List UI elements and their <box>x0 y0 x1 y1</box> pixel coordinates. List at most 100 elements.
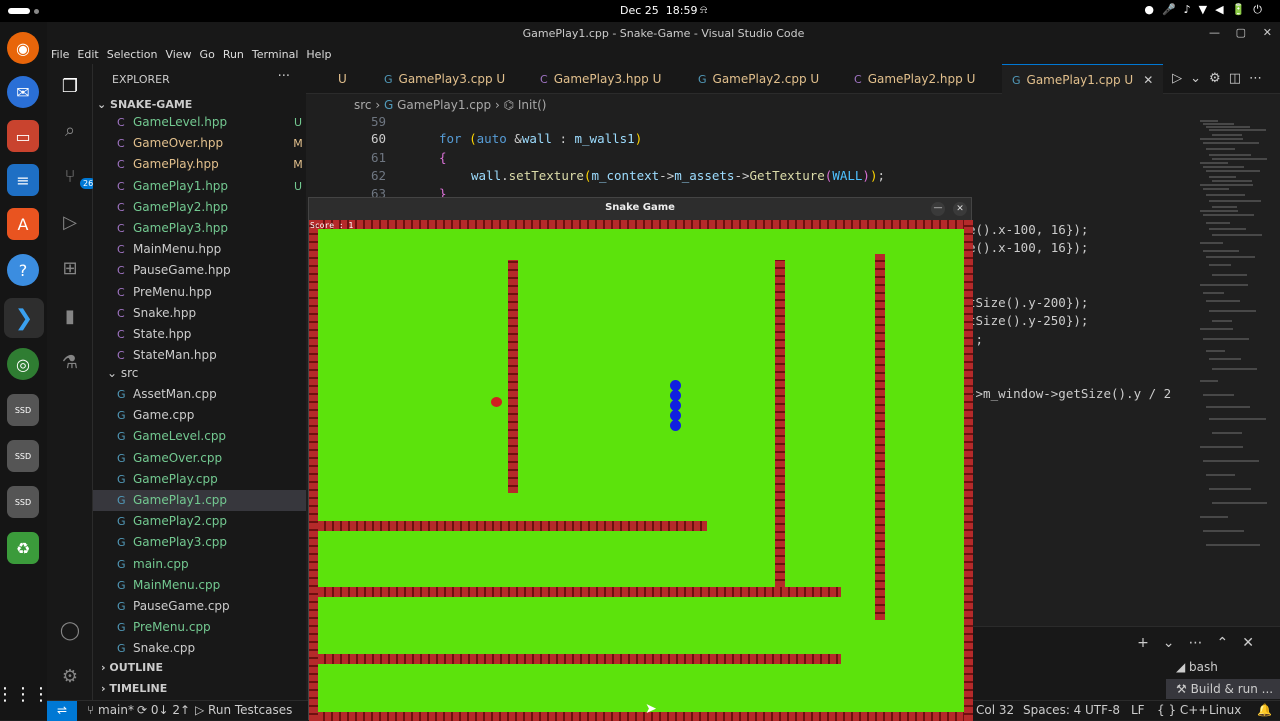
folder-src[interactable]: ⌄ src <box>107 366 138 380</box>
file-item[interactable]: C GamePlay1.hpp U <box>93 176 306 197</box>
encoding[interactable]: UTF-8 <box>1085 703 1120 717</box>
sync-status[interactable]: ⟳ 0↓ 2↑ <box>137 703 190 717</box>
os-indicator[interactable]: Linux <box>1209 703 1241 717</box>
extensions-icon[interactable]: ⊞ <box>58 256 82 280</box>
testing-icon[interactable]: ⚗ <box>58 350 82 374</box>
file-item[interactable]: C StateMan.hpp <box>93 345 306 366</box>
bell-icon[interactable]: 🔔 <box>1257 703 1272 717</box>
minimap[interactable] <box>1196 114 1280 626</box>
close-tab-icon[interactable]: ✕ <box>1143 73 1153 87</box>
menu-selection[interactable]: Selection <box>103 46 162 64</box>
run-testcases-button[interactable]: ▷ Run Testcases <box>195 703 292 717</box>
menu-file[interactable]: File <box>47 46 73 64</box>
minimize-icon[interactable]: — <box>1209 26 1220 39</box>
language-mode[interactable]: { } C++ <box>1157 703 1208 717</box>
file-item[interactable]: G Game.cpp <box>93 405 306 426</box>
cpp-file-icon: G <box>383 98 394 112</box>
menu-help[interactable]: Help <box>302 46 335 64</box>
tab-gameplay3-hpp[interactable]: C GamePlay3.hpp U <box>540 64 661 94</box>
menu-edit[interactable]: Edit <box>73 46 102 64</box>
timeline-section[interactable]: › TIMELINE <box>101 682 167 695</box>
firefox-icon[interactable]: ◉ <box>7 32 39 64</box>
file-item[interactable]: C GamePlay2.hpp <box>93 197 306 218</box>
file-item[interactable]: G Snake.cpp <box>93 638 306 659</box>
writer-icon[interactable]: ≡ <box>7 164 39 196</box>
chart-icon[interactable]: ▮ <box>58 304 82 328</box>
maximize-icon[interactable]: ▢ <box>1236 26 1246 39</box>
trash-icon[interactable]: ♻ <box>7 532 39 564</box>
menu-view[interactable]: View <box>161 46 195 64</box>
app-center-icon[interactable]: A <box>7 208 39 240</box>
file-item[interactable]: G GamePlay.cpp <box>93 469 306 490</box>
account-icon[interactable]: ◯ <box>58 618 82 642</box>
tab-gameplay3-cpp[interactable]: G GamePlay3.cpp U <box>384 64 505 94</box>
tab-partial[interactable]: U <box>338 64 347 94</box>
file-item[interactable]: G GamePlay1.cpp <box>93 490 306 511</box>
close-window-icon[interactable]: ✕ <box>1263 26 1272 39</box>
show-apps-icon[interactable]: ⋮⋮⋮ <box>0 678 50 710</box>
vscode-icon[interactable]: ❯ <box>4 298 44 338</box>
terminal-icon: ◢ <box>1176 660 1190 674</box>
workspace-indicator[interactable] <box>8 8 30 14</box>
settings-gear-icon[interactable]: ⚙ <box>58 664 82 688</box>
file-item[interactable]: G MainMenu.cpp <box>93 575 306 596</box>
ssd-drive-icon-2[interactable]: SSD <box>7 440 39 472</box>
os-clock[interactable]: Dec 25 18:59 <box>620 4 697 17</box>
terminal-bash[interactable]: ◢ bash <box>1166 657 1280 677</box>
file-item[interactable]: C GameLevel.hpp U <box>93 112 306 133</box>
breadcrumb[interactable]: src › G GamePlay1.cpp › ⌬ Init() <box>354 98 546 112</box>
files-icon[interactable]: ▭ <box>7 120 39 152</box>
file-item[interactable]: G GamePlay3.cpp <box>93 532 306 553</box>
file-item[interactable]: G PreMenu.cpp <box>93 617 306 638</box>
file-item[interactable]: Gmain.cpp <box>93 554 306 575</box>
tab-gameplay2-cpp[interactable]: G GamePlay2.cpp U <box>698 64 819 94</box>
branch-status[interactable]: ⑂ main* <box>87 703 134 717</box>
outline-section[interactable]: › OUTLINE <box>101 661 163 674</box>
source-control-icon[interactable]: ⑂ 26 <box>58 164 97 189</box>
notification-icon[interactable]: ⍾ <box>700 3 707 17</box>
project-folder[interactable]: ⌄ SNAKE-GAME <box>97 98 192 111</box>
file-item[interactable]: G GameLevel.cpp <box>93 426 306 447</box>
system-tray[interactable]: ●🎤♪▼◀🔋⏻ <box>1144 3 1270 17</box>
workspace-dot[interactable] <box>34 9 39 14</box>
search-icon[interactable]: ⌕ <box>58 118 82 142</box>
game-minimize-icon[interactable]: — <box>931 202 945 216</box>
menu-run[interactable]: Run <box>219 46 248 64</box>
file-item[interactable]: C GameOver.hpp M <box>93 133 306 154</box>
remote-icon[interactable]: ⇌ <box>47 701 77 721</box>
terminal-build-run[interactable]: ⚒ Build & run ... <box>1166 679 1280 699</box>
file-item[interactable]: C State.hpp <box>93 324 306 345</box>
game-field[interactable]: Score : 1 ➤ <box>309 220 973 721</box>
panel-actions[interactable]: +⌄⋯⌃✕ <box>1137 635 1268 651</box>
game-close-icon[interactable]: ✕ <box>953 202 967 216</box>
tab-gameplay1-cpp[interactable]: G GamePlay1.cpp U ✕ <box>1002 64 1164 94</box>
cursor-position[interactable]: Col 32 <box>976 703 1014 717</box>
cpp-file-icon: G <box>117 451 126 465</box>
ssd-drive-icon-3[interactable]: SSD <box>7 486 39 518</box>
file-item[interactable]: G GamePlay2.cpp <box>93 511 306 532</box>
file-item[interactable]: G PauseGame.cpp <box>93 596 306 617</box>
file-item[interactable]: C Snake.hpp <box>93 303 306 324</box>
file-item[interactable]: C GamePlay.hpp M <box>93 154 306 175</box>
more-actions-icon[interactable]: ··· <box>278 69 290 84</box>
file-item[interactable]: C PauseGame.hpp <box>93 260 306 281</box>
ssd-drive-icon-1[interactable]: SSD <box>7 394 39 426</box>
indentation[interactable]: Spaces: 4 <box>1023 703 1081 717</box>
file-item[interactable]: C MainMenu.hpp <box>93 239 306 260</box>
help-icon[interactable]: ? <box>7 254 39 286</box>
menu-terminal[interactable]: Terminal <box>248 46 303 64</box>
run-debug-icon[interactable]: ▷ <box>58 210 82 234</box>
file-item[interactable]: C PreMenu.hpp <box>93 282 306 303</box>
tab-gameplay2-hpp[interactable]: C GamePlay2.hpp U <box>854 64 975 94</box>
chrome-icon[interactable]: ◎ <box>7 348 39 380</box>
file-name: GamePlay.hpp <box>133 157 219 172</box>
menu-go[interactable]: Go <box>196 46 219 64</box>
thunderbird-icon[interactable]: ✉ <box>7 76 39 108</box>
snake-game-window[interactable]: Snake Game — ✕ Score : 1 ➤ <box>308 197 973 721</box>
explorer-icon[interactable]: ❐ <box>58 74 82 98</box>
editor-actions[interactable]: ▷⌄⚙◫⋯ <box>1172 71 1270 86</box>
file-item[interactable]: G AssetMan.cpp <box>93 384 306 405</box>
file-item[interactable]: G GameOver.cpp <box>93 448 306 469</box>
line-endings[interactable]: LF <box>1131 703 1145 717</box>
file-item[interactable]: C GamePlay3.hpp <box>93 218 306 239</box>
